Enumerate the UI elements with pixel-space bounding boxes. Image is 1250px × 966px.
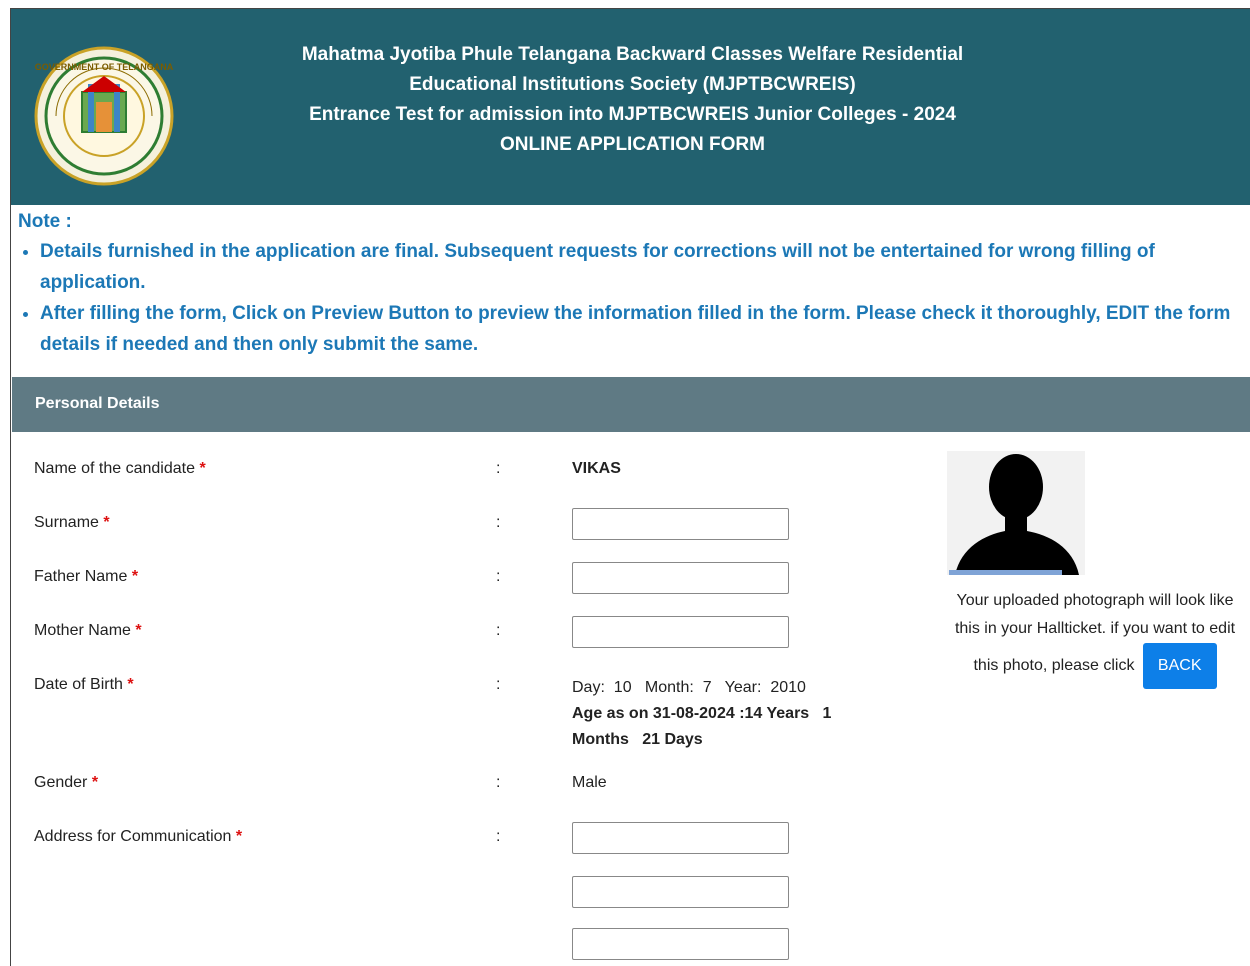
header-line-3: Entrance Test for admission into MJPTBCW… <box>309 104 956 125</box>
section-header-personal-details: Personal Details <box>12 377 1250 432</box>
gender-value: Male <box>572 774 607 791</box>
header-titles: Mahatma Jyotiba Phule Telangana Backward… <box>200 40 1065 160</box>
dob-value: Day: 10 Month: 7 Year: 2010 Age as on 31… <box>572 675 892 753</box>
candidate-photo <box>947 451 1085 575</box>
back-button[interactable]: BACK <box>1142 643 1217 689</box>
colon: : <box>496 676 501 693</box>
required-mark: * <box>91 774 99 791</box>
note-item: After filling the form, Click on Preview… <box>40 298 1248 360</box>
note-block: Note : Details furnished in the applicat… <box>18 208 1248 360</box>
address-line-3-input[interactable] <box>572 928 789 960</box>
surname-label: Surname * <box>34 514 110 531</box>
dob-label: Date of Birth * <box>34 676 134 693</box>
required-mark: * <box>235 828 243 845</box>
colon: : <box>496 568 501 585</box>
address-label: Address for Communication * <box>34 828 243 845</box>
header-line-4: ONLINE APPLICATION FORM <box>500 134 765 155</box>
father-name-label: Father Name * <box>34 568 139 585</box>
dob-line: Day: 10 Month: 7 Year: 2010 <box>572 679 806 696</box>
colon: : <box>496 622 501 639</box>
section-title: Personal Details <box>35 395 160 412</box>
colon: : <box>496 774 501 791</box>
photo-underline <box>949 570 1062 575</box>
name-label: Name of the candidate * <box>34 460 206 477</box>
logo-text: GOVERNMENT OF TELANGANA <box>35 62 174 72</box>
surname-input[interactable] <box>572 508 789 540</box>
address-line-2-input[interactable] <box>572 876 789 908</box>
person-silhouette-icon <box>955 454 1079 575</box>
mother-name-input[interactable] <box>572 616 789 648</box>
age-line: Age as on 31-08-2024 :14 Years 1 Months … <box>572 705 836 748</box>
header-line-1: Mahatma Jyotiba Phule Telangana Backward… <box>301 44 964 65</box>
required-mark: * <box>199 460 206 477</box>
colon: : <box>496 828 501 845</box>
photo-caption: Your uploaded photograph will look like … <box>950 587 1240 689</box>
address-line-1-input[interactable] <box>572 822 789 854</box>
note-title: Note : <box>18 211 72 232</box>
name-value: VIKAS <box>572 460 621 477</box>
header-line-2: Educational Institutions Society (MJPTBC… <box>409 74 856 95</box>
colon: : <box>496 514 501 531</box>
note-list: Details furnished in the application are… <box>18 236 1248 360</box>
telangana-emblem-logo: GOVERNMENT OF TELANGANA <box>34 46 174 186</box>
required-mark: * <box>131 568 139 585</box>
colon: : <box>496 460 501 477</box>
father-name-input[interactable] <box>572 562 789 594</box>
mother-name-label: Mother Name * <box>34 622 142 639</box>
required-mark: * <box>103 514 110 531</box>
note-item: Details furnished in the application are… <box>40 236 1248 298</box>
required-mark: * <box>127 676 134 693</box>
required-mark: * <box>135 622 142 639</box>
gender-label: Gender * <box>34 774 99 791</box>
